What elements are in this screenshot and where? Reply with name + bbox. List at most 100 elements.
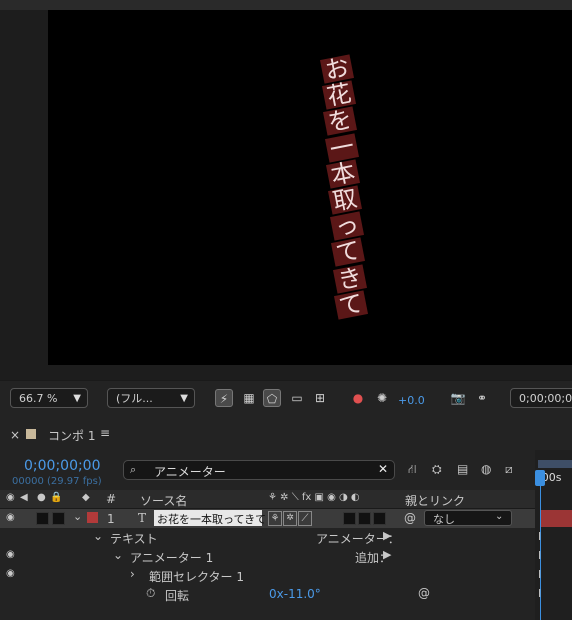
- region-of-interest-icon[interactable]: ▭: [288, 389, 306, 407]
- show-snapshot-icon[interactable]: ⚭: [473, 389, 491, 407]
- text-char: お: [319, 53, 355, 85]
- play-circle-icon[interactable]: ▶: [383, 529, 391, 542]
- text-char: っ: [329, 210, 364, 242]
- text-char: 本: [326, 158, 361, 190]
- layer-number: 1: [107, 512, 115, 526]
- playhead-handle[interactable]: [535, 470, 545, 486]
- tab-composition[interactable]: コンポ 1: [48, 427, 95, 444]
- graph-editor-icon[interactable]: ⧄: [505, 462, 513, 477]
- property-row-range-selector[interactable]: ◉ › 範囲セレクター 1: [0, 566, 535, 585]
- column-header: ◉ ◀ ● 🔒 ◆ # ソース名 ⚘ ✲ ⟍ fx ▣ ◉ ◑ ◐ 親とリンク: [0, 490, 535, 509]
- visibility-eye-icon[interactable]: ◉: [6, 568, 15, 579]
- collapse-switch-icon[interactable]: ✲: [283, 511, 297, 526]
- label-tag-icon[interactable]: ◆: [82, 492, 90, 503]
- property-row-rotation[interactable]: ⏱ 回転 0x-11.0° @: [0, 585, 535, 604]
- resolution-value: (フル...: [116, 392, 153, 405]
- expand-chevron-icon[interactable]: ⌄: [73, 510, 82, 523]
- eye-icon[interactable]: ◉: [6, 492, 15, 503]
- switch-box[interactable]: [343, 512, 356, 525]
- audio-icon[interactable]: ◀: [20, 492, 28, 503]
- timeline-tab-bar: × コンポ 1 ≡: [0, 420, 572, 450]
- pickwhip-icon[interactable]: @: [418, 586, 430, 600]
- close-tab-icon[interactable]: ×: [10, 428, 20, 442]
- expand-chevron-icon[interactable]: ⌄: [93, 529, 103, 543]
- chevron-down-icon: ▼: [180, 393, 188, 404]
- transparency-grid-icon[interactable]: ▦: [240, 389, 258, 407]
- clear-search-icon[interactable]: ✕: [378, 462, 388, 476]
- text-char: て: [334, 289, 369, 321]
- text-char: 一: [324, 132, 359, 164]
- keyframe-marker: I: [538, 587, 542, 600]
- text-char: 花: [321, 79, 356, 111]
- viewer-top-strip: [0, 0, 572, 10]
- pickwhip-icon[interactable]: @: [404, 511, 416, 525]
- snapshot-camera-icon[interactable]: 📷: [449, 389, 467, 407]
- range-selector-name[interactable]: 範囲セレクター 1: [149, 568, 244, 585]
- shy-switch-icon[interactable]: ⚘: [268, 511, 282, 526]
- chevron-down-icon: ⌄: [495, 511, 504, 522]
- quality-switch-icon[interactable]: ⟋: [298, 511, 312, 526]
- column-number: #: [106, 492, 117, 506]
- animator-name[interactable]: アニメーター 1: [130, 549, 213, 566]
- composition-canvas[interactable]: お花を一本取ってきて: [48, 10, 572, 365]
- text-char: て: [331, 236, 366, 268]
- motion-blur-icon[interactable]: ◍: [481, 462, 491, 476]
- text-layer-icon: T: [138, 511, 147, 525]
- solo-icon[interactable]: ●: [37, 492, 46, 503]
- lock-icon[interactable]: 🔒: [50, 492, 62, 503]
- expand-chevron-icon[interactable]: ›: [130, 567, 135, 581]
- audio-switch[interactable]: [36, 512, 49, 525]
- grid-guides-icon[interactable]: ⊞: [311, 389, 329, 407]
- draft-3d-icon[interactable]: ⛭: [432, 462, 442, 477]
- column-source-name[interactable]: ソース名: [140, 492, 187, 509]
- layer-duration-bar[interactable]: [541, 510, 572, 527]
- property-row-text[interactable]: ⌄ テキスト アニメーター： ▶: [0, 528, 535, 547]
- zoom-value: 66.7 %: [19, 392, 58, 405]
- comp-flowchart-icon[interactable]: ⛙: [408, 462, 416, 478]
- color-management-icon[interactable]: ✺: [373, 389, 391, 407]
- resolution-dropdown[interactable]: (フル... ▼: [107, 388, 195, 408]
- viewer-toolbar: 66.7 % ▼ (フル... ▼ ⚡ ▦ ⬠ ▭ ⊞ ● ✺ +0.0 📷 ⚭…: [0, 380, 572, 415]
- lock-switch[interactable]: [52, 512, 65, 525]
- vertical-text-layer[interactable]: お花を一本取ってきて: [48, 10, 572, 365]
- layer-row[interactable]: ◉ ⌄ 1 T お花を一本取ってきて ⚘ ✲ ⟋ @ なし ⌄: [0, 509, 535, 528]
- chevron-down-icon: ▼: [73, 393, 81, 404]
- timeline-header: 0;00;00;00 00000 (29.97 fps) ⌕ アニメーター ✕ …: [0, 450, 572, 490]
- play-circle-icon[interactable]: ▶: [383, 548, 391, 561]
- layer-name-field[interactable]: お花を一本取ってきて: [154, 510, 266, 526]
- label-color-swatch[interactable]: [87, 512, 98, 523]
- visibility-eye-icon[interactable]: ◉: [6, 512, 15, 523]
- visibility-eye-icon[interactable]: ◉: [6, 549, 15, 560]
- text-group-label: テキスト: [110, 532, 158, 546]
- expand-chevron-icon[interactable]: ⌄: [113, 548, 123, 562]
- parent-dropdown[interactable]: なし ⌄: [424, 510, 512, 526]
- panel-menu-icon[interactable]: ≡: [100, 426, 110, 440]
- fast-preview-icon[interactable]: ⚡: [215, 389, 233, 407]
- composition-icon: [26, 429, 36, 439]
- switch-box[interactable]: [358, 512, 371, 525]
- text-char: き: [332, 263, 367, 295]
- color-channels-icon[interactable]: ●: [349, 389, 367, 407]
- stopwatch-icon[interactable]: ⏱: [146, 586, 155, 601]
- switches-icons: ⚘ ✲ ⟍ fx ▣ ◉ ◑ ◐: [268, 492, 360, 503]
- rotation-label: 回転: [165, 589, 190, 603]
- current-time-display[interactable]: 0;00;00;00: [24, 458, 101, 474]
- search-icon: ⌕: [130, 463, 137, 476]
- column-parent-link[interactable]: 親とリンク: [405, 492, 465, 509]
- text-char: 取: [327, 184, 363, 216]
- switch-box[interactable]: [373, 512, 386, 525]
- viewer-timecode[interactable]: 0;00;00;00: [510, 388, 572, 408]
- property-row-animator[interactable]: ◉ ⌄ アニメーター 1 追加： ▶: [0, 547, 535, 566]
- work-area-bar[interactable]: [538, 460, 572, 468]
- keyframe-marker: I: [538, 568, 542, 581]
- frame-info: 00000 (29.97 fps): [12, 476, 102, 487]
- keyframe-marker: I: [538, 549, 542, 562]
- frame-blending-icon[interactable]: ▤: [457, 462, 468, 476]
- zoom-dropdown[interactable]: 66.7 % ▼: [10, 388, 88, 408]
- rotation-value[interactable]: 0x-11.0°: [269, 587, 321, 601]
- exposure-value[interactable]: +0.0: [398, 394, 425, 407]
- keyframe-marker: I: [538, 530, 542, 543]
- mask-path-icon[interactable]: ⬠: [263, 389, 281, 407]
- search-input[interactable]: アニメーター: [154, 463, 226, 480]
- search-field[interactable]: ⌕ アニメーター ✕: [123, 460, 395, 480]
